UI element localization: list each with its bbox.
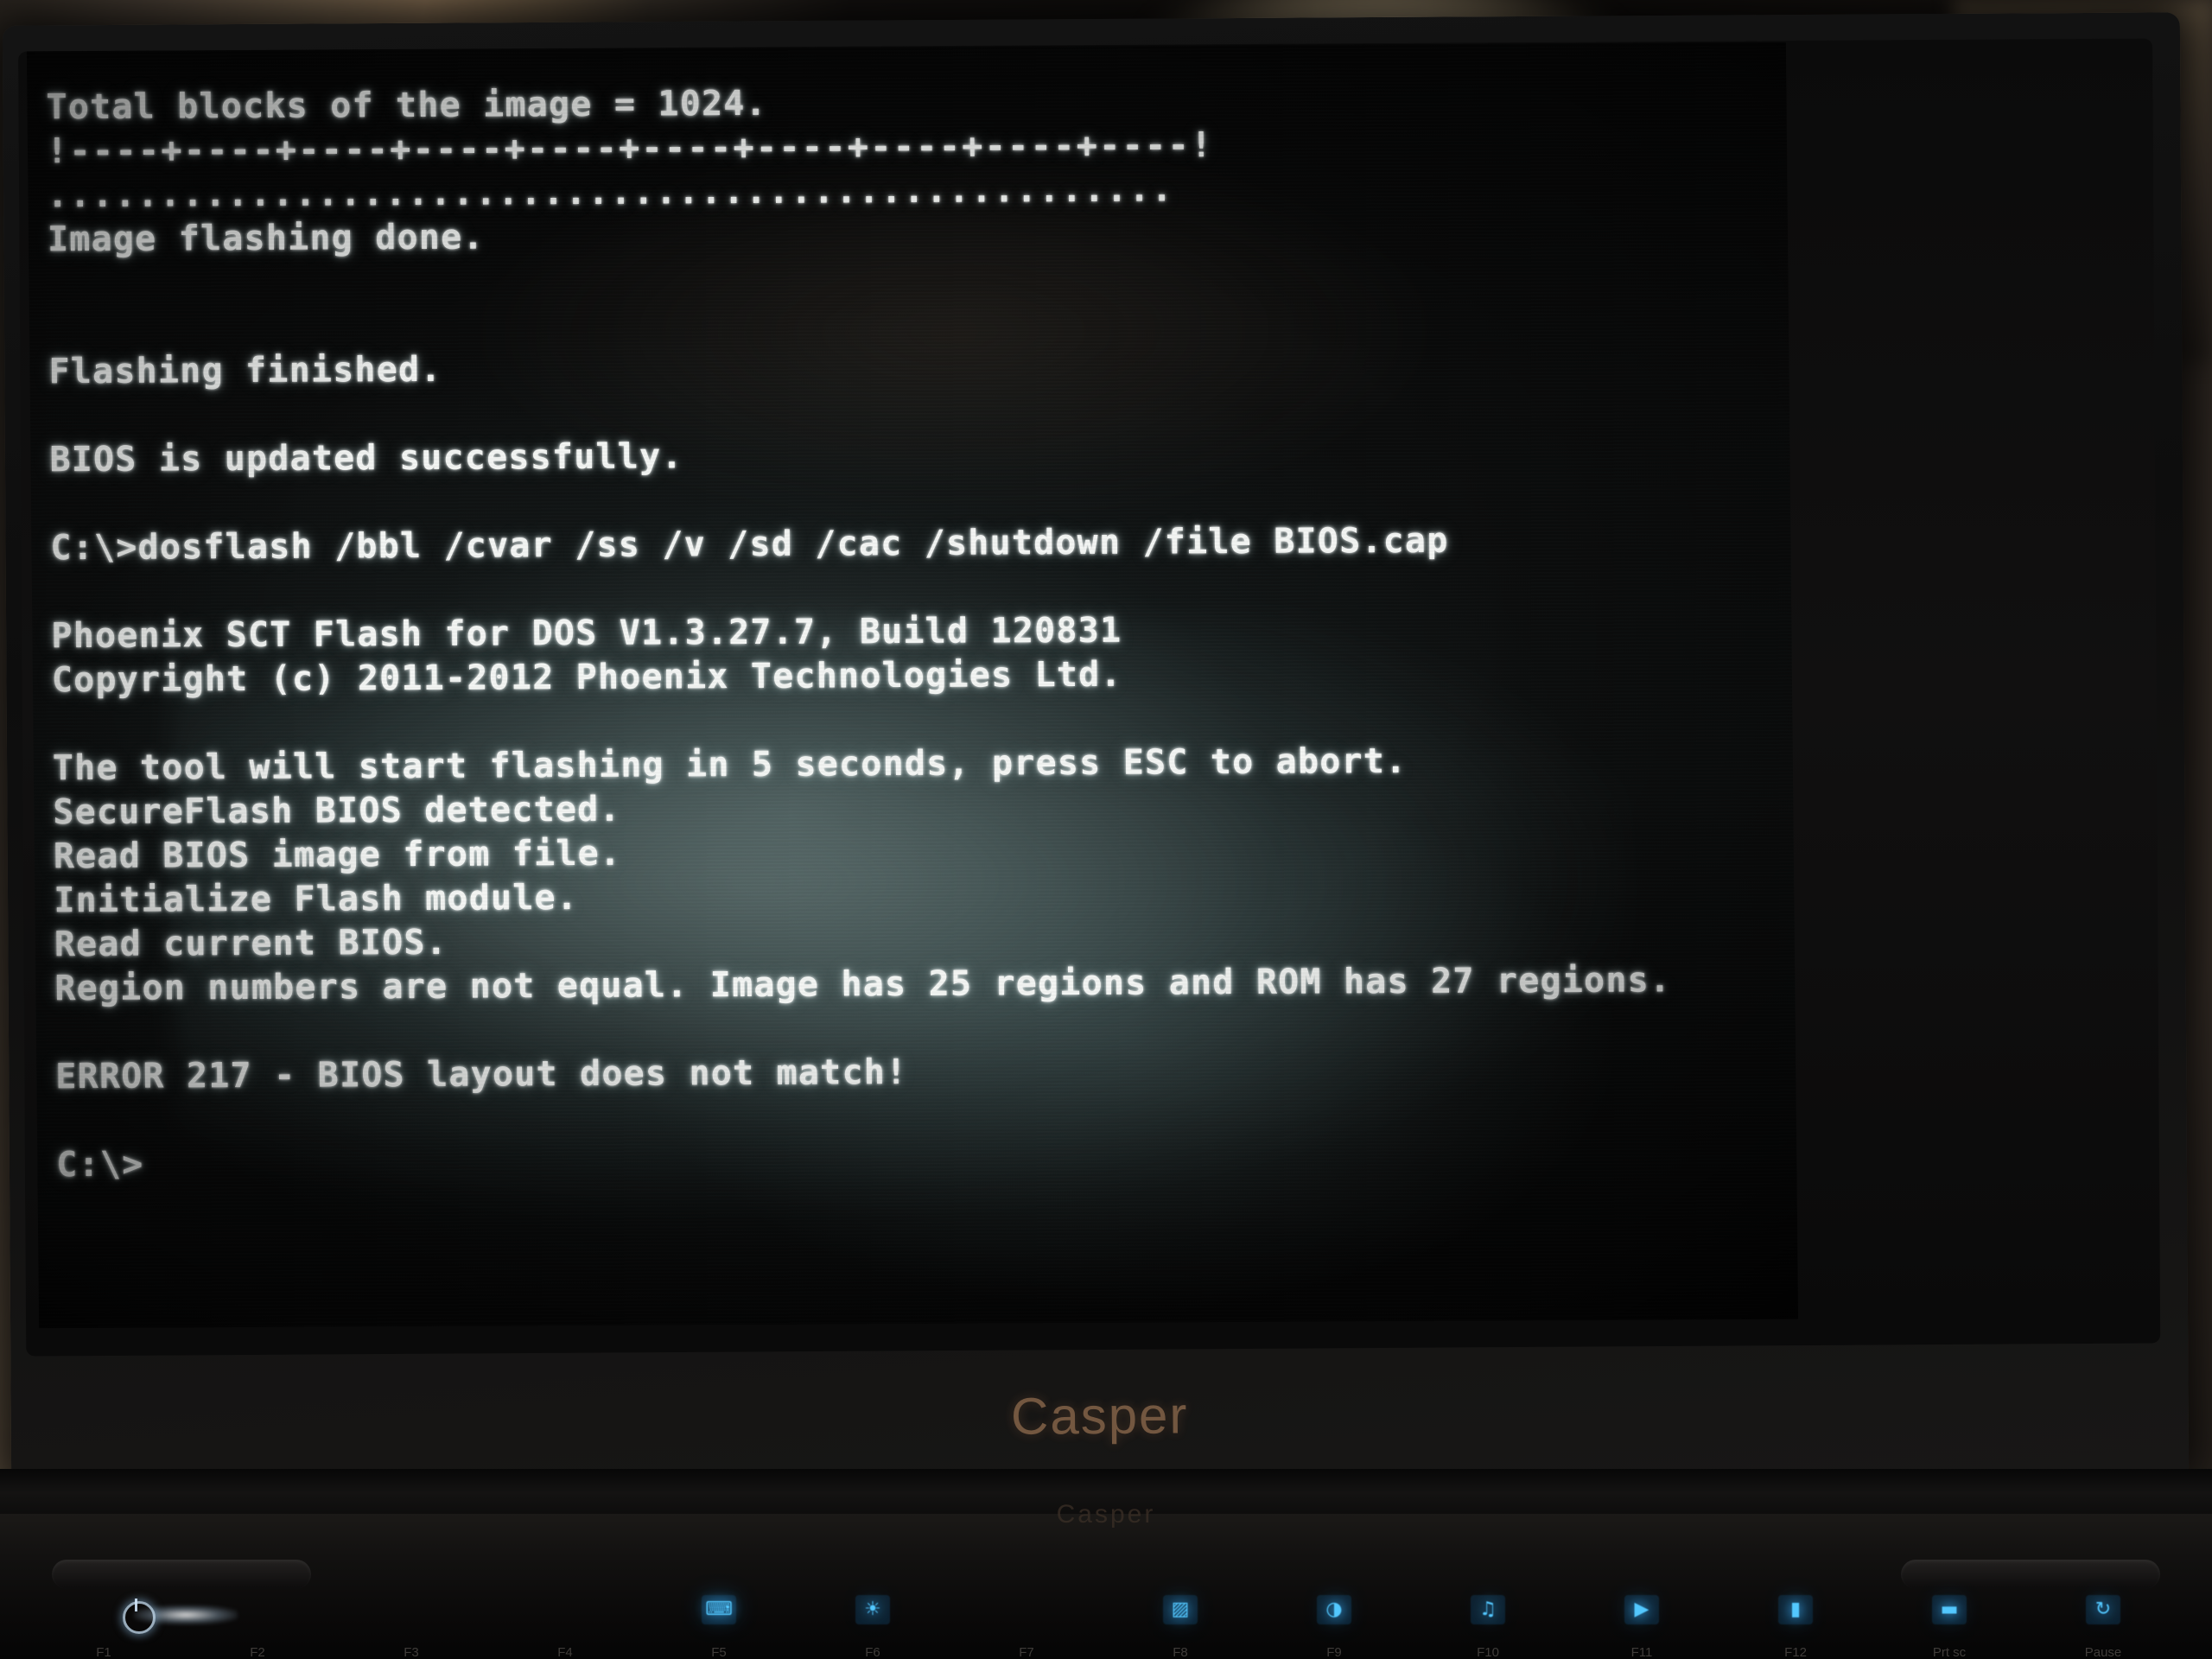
fkey-label-f1: F1 [96,1645,111,1659]
speaker-grille-left [52,1560,311,1589]
fkey-label-f10: F10 [1477,1645,1499,1659]
fkey-icon-f8[interactable]: ▨ [1163,1595,1198,1624]
fkey-label-prt-sc: Prt sc [1932,1645,1967,1659]
fkey-label-f6: F6 [865,1645,880,1659]
photo-scene: Casper Total blocks of the image = 1024.… [0,0,2212,1659]
fkey-label-f5: F5 [711,1645,727,1659]
fkey-icon-f6[interactable]: ☀ [855,1595,890,1624]
fkey-icon-f12[interactable]: ▮ [1778,1595,1813,1624]
fkey-icon-prt-sc[interactable]: ▬ [1932,1595,1967,1624]
fkey-label-f11: F11 [1630,1645,1653,1659]
console-line-region-mismatch: Region numbers are not equal. Image has … [54,960,1672,1009]
speaker-grille-right [1901,1560,2160,1589]
fkey-icon-f10[interactable]: ♫ [1471,1595,1505,1624]
fkey-label-f2: F2 [250,1645,265,1659]
fkey-icon-pause[interactable]: ↻ [2086,1595,2120,1624]
fkey-label-f4: F4 [557,1645,573,1659]
fkey-label-f12: F12 [1784,1645,1807,1659]
laptop-brand-logo: Casper [1010,1386,1189,1446]
deck-brand-logo: Casper [1056,1500,1156,1529]
fkey-label-f8: F8 [1173,1645,1188,1659]
fkey-icon-f11[interactable]: ▶ [1624,1595,1659,1624]
console-output: Total blocks of the image = 1024. !----+-… [46,77,1793,1187]
fkey-icon-f9[interactable]: ◑ [1317,1595,1351,1624]
fkey-label-f9: F9 [1326,1645,1342,1659]
fkey-label-f3: F3 [404,1645,419,1659]
bios-flash-screen: Total blocks of the image = 1024. !----+-… [26,41,1799,1329]
function-key-row: F1 F2 F3 F4 ⌨ F5 ☀ F6 F7 ▨ F8 ◑ F9 ♫ F10 ▶ F11 ▮ F12 ▬ Prt s… [0,1588,2212,1659]
console-line-final-prompt: C:\> [56,1144,144,1185]
fkey-label-f7: F7 [1019,1645,1034,1659]
fkey-label-pause: Pause [2084,1645,2122,1659]
fkey-icon-f5[interactable]: ⌨ [702,1595,736,1624]
